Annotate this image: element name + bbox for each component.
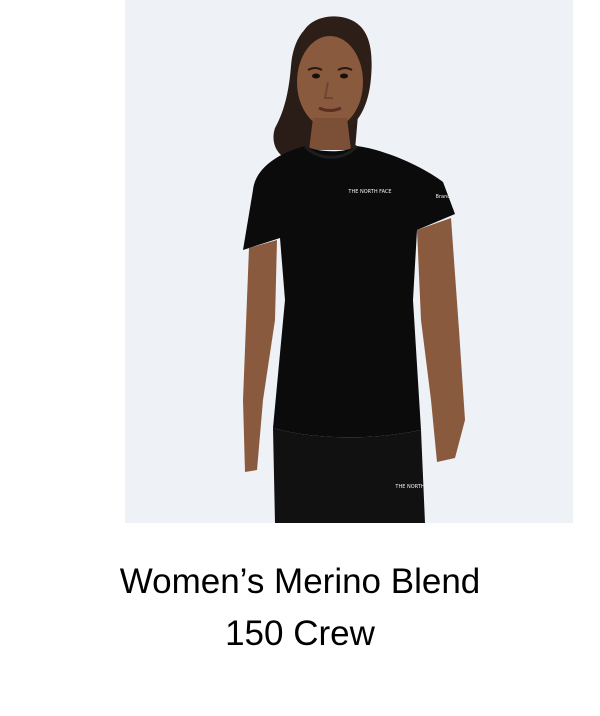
chest-logo-text: THE NORTH FACE — [347, 189, 391, 195]
product-image[interactable]: THE NORTH FACE Brand THE NORTH FACE — [125, 0, 573, 523]
product-title-line-2[interactable]: 150 Crew — [0, 608, 600, 660]
product-title-line-1[interactable]: Women’s Merino Blend — [0, 556, 600, 608]
product-card[interactable]: THE NORTH FACE Brand THE NORTH FACE Wome… — [0, 0, 600, 716]
product-title[interactable]: Women’s Merino Blend 150 Crew — [0, 556, 600, 660]
sleeve-logo-text: Brand — [436, 194, 451, 200]
legging-logo-text: THE NORTH FACE — [394, 484, 438, 490]
model-wearing-shirt-illustration: THE NORTH FACE Brand THE NORTH FACE — [125, 0, 573, 523]
